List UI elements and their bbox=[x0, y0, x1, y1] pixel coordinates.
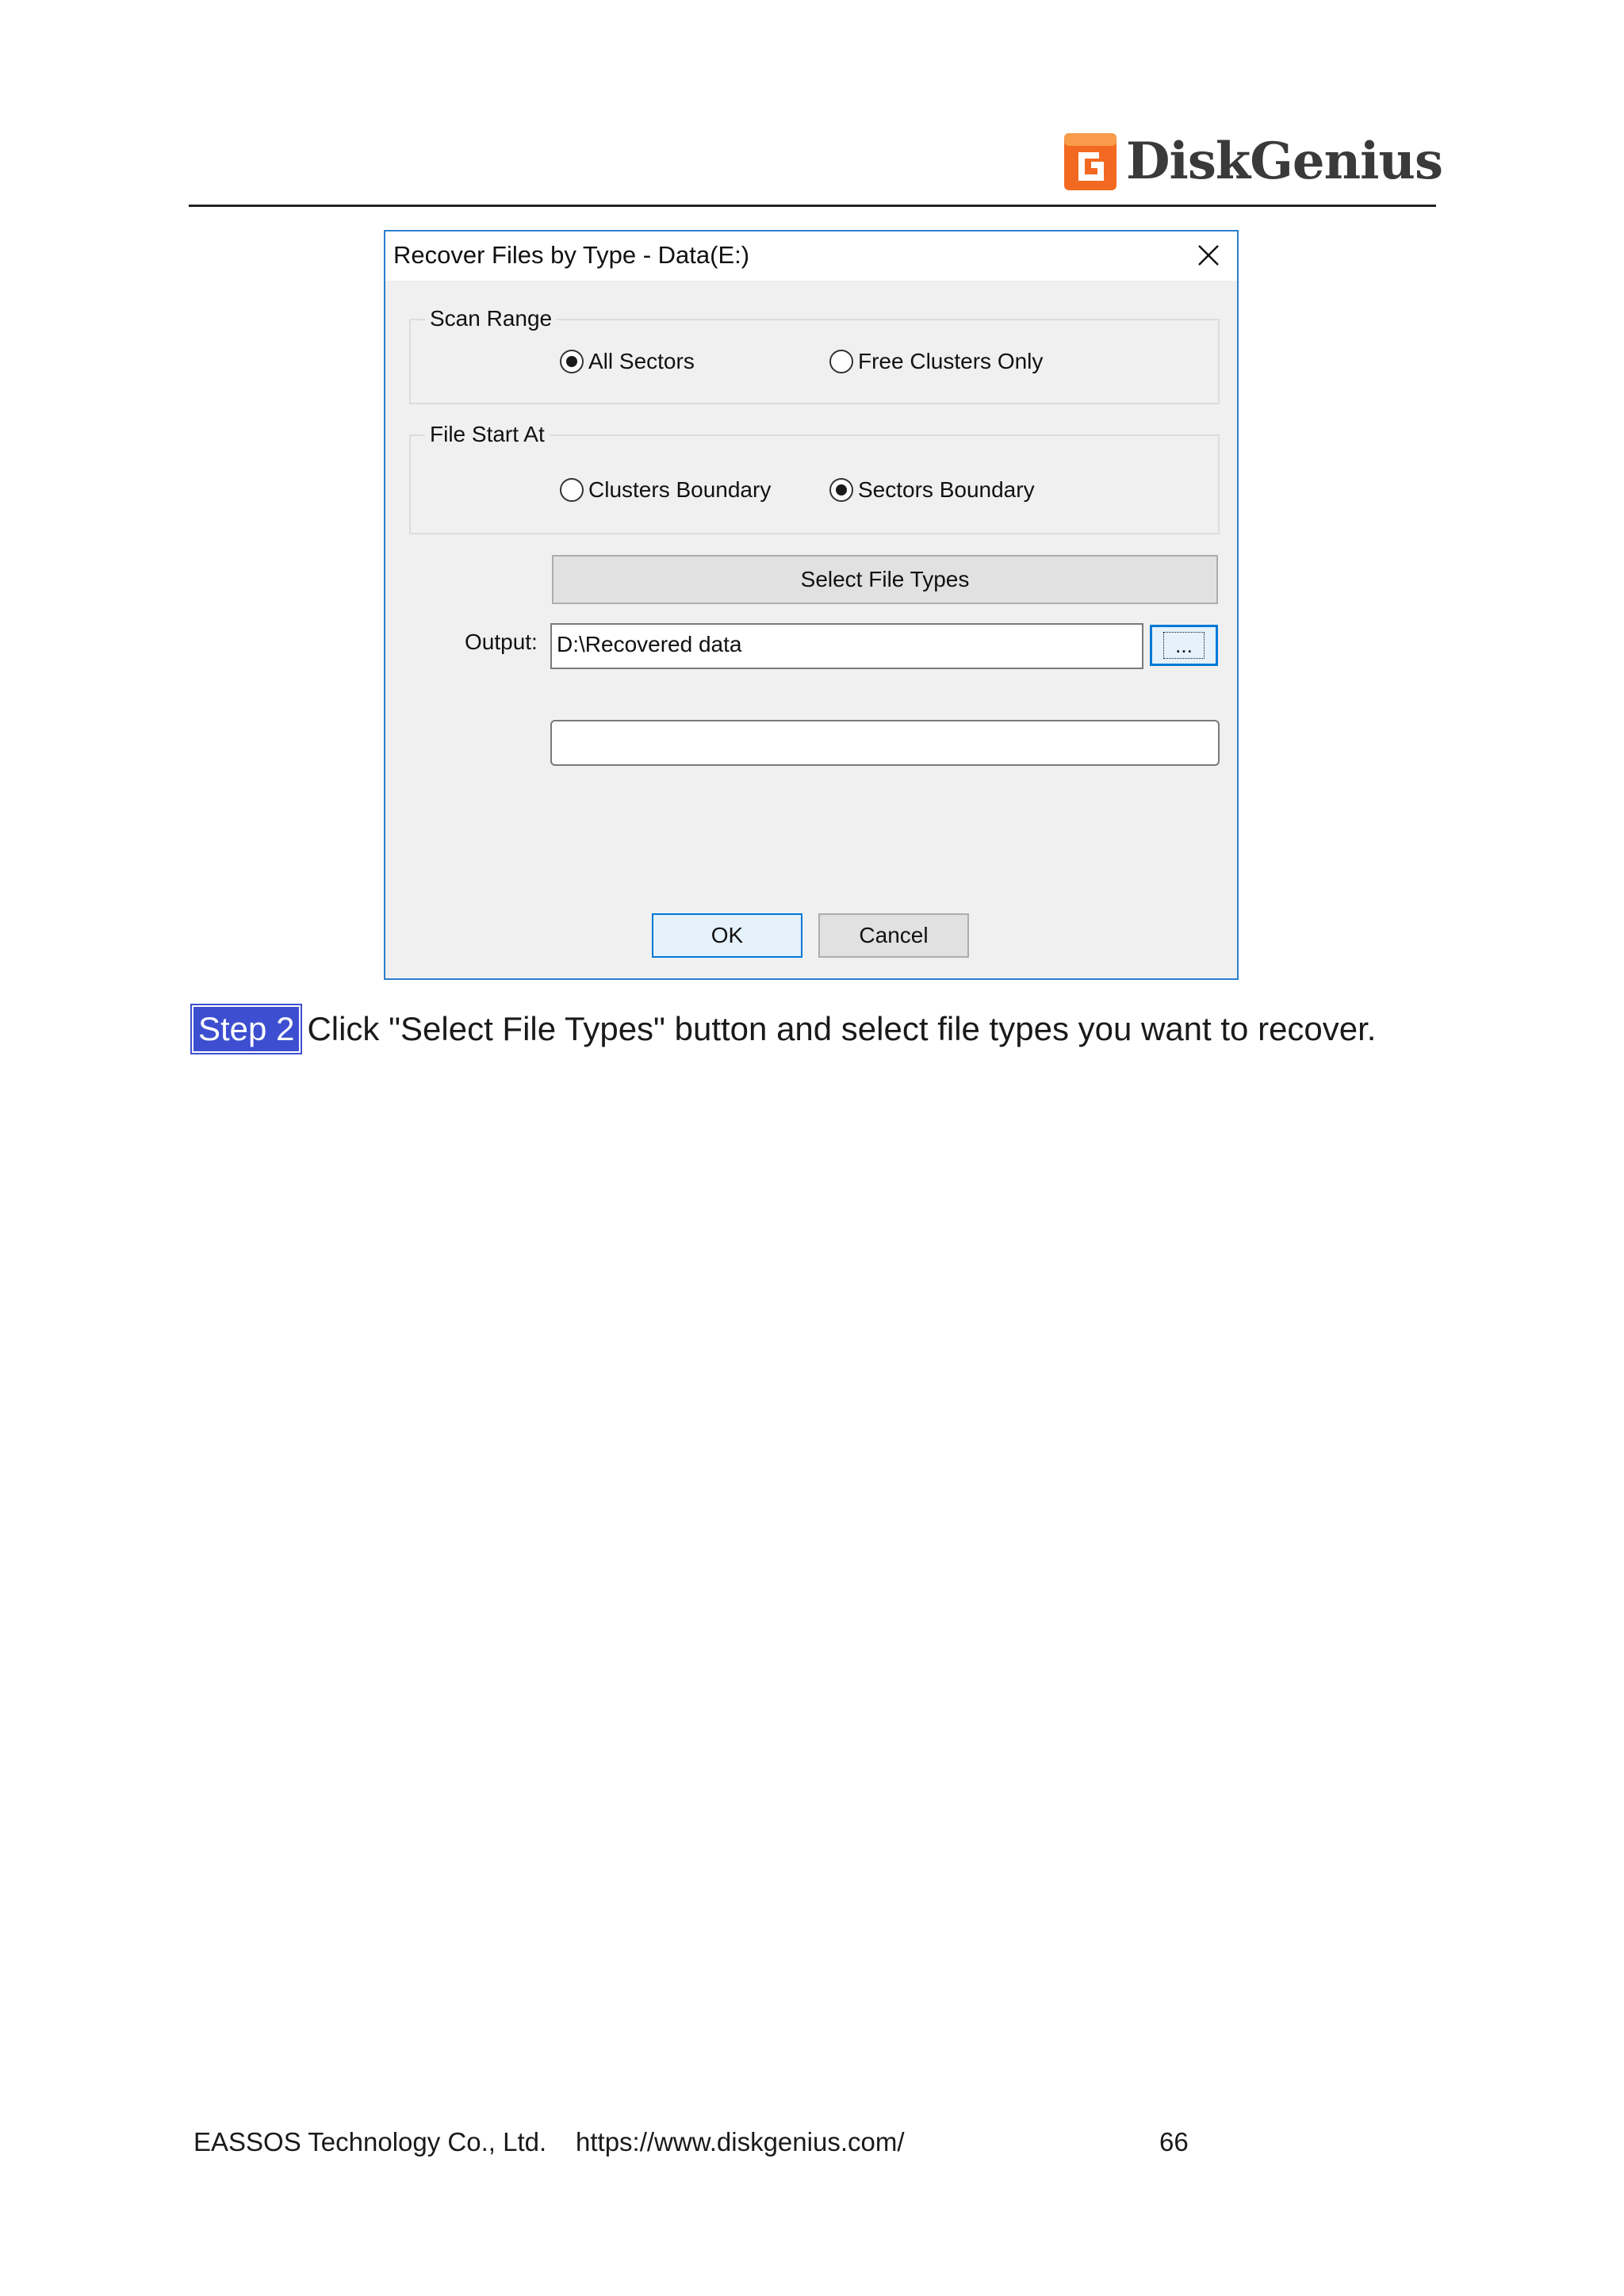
close-icon[interactable] bbox=[1189, 238, 1226, 273]
output-label: Output: bbox=[465, 629, 538, 654]
diskgenius-logo: DiskGenius bbox=[1063, 127, 1443, 198]
scan-range-label: Scan Range bbox=[425, 304, 557, 333]
radio-clusters-boundary[interactable]: Clusters Boundary bbox=[560, 474, 771, 506]
radio-all-sectors[interactable]: All Sectors bbox=[560, 346, 695, 377]
scan-range-group: Scan Range All Sectors Free Clusters Onl… bbox=[409, 304, 1220, 404]
step-badge: Step 2 bbox=[190, 1004, 303, 1054]
radio-label: Free Clusters Only bbox=[858, 349, 1044, 373]
browse-label: ... bbox=[1163, 632, 1205, 659]
instruction-text: Click "Select File Types" button and sel… bbox=[307, 1010, 1377, 1047]
footer-company: EASSOS Technology Co., Ltd. bbox=[193, 2127, 547, 2156]
diskgenius-logo-icon bbox=[1064, 133, 1116, 190]
select-file-types-button[interactable]: Select File Types bbox=[552, 555, 1218, 604]
file-start-group: File Start At Clusters Boundary Sectors … bbox=[409, 420, 1220, 534]
footer-page-number: 66 bbox=[1159, 2127, 1189, 2156]
output-path-field[interactable]: D:\Recovered data bbox=[550, 623, 1143, 669]
browse-button[interactable]: ... bbox=[1150, 625, 1218, 666]
footer-url[interactable]: https://www.diskgenius.com/ bbox=[576, 2125, 905, 2160]
radio-selected-icon bbox=[560, 350, 584, 373]
cancel-button[interactable]: Cancel bbox=[818, 913, 969, 958]
recover-files-dialog: Recover Files by Type - Data(E:) Scan Ra… bbox=[384, 230, 1239, 980]
file-start-label: File Start At bbox=[425, 420, 550, 449]
radio-label: Clusters Boundary bbox=[588, 477, 772, 502]
dialog-titlebar: Recover Files by Type - Data(E:) bbox=[385, 232, 1237, 281]
dialog-title: Recover Files by Type - Data(E:) bbox=[393, 241, 750, 269]
ok-button[interactable]: OK bbox=[652, 913, 802, 958]
radio-unselected-icon bbox=[560, 478, 584, 502]
progress-bar bbox=[550, 720, 1220, 766]
radio-selected-icon bbox=[829, 478, 853, 502]
logo-wordmark: DiskGenius bbox=[1126, 132, 1443, 191]
radio-label: Sectors Boundary bbox=[858, 477, 1035, 502]
radio-free-clusters-only[interactable]: Free Clusters Only bbox=[829, 346, 1043, 377]
radio-unselected-icon bbox=[829, 350, 853, 373]
header-divider bbox=[189, 205, 1436, 207]
radio-sectors-boundary[interactable]: Sectors Boundary bbox=[829, 474, 1035, 506]
instruction-line: Step 2 Click "Select File Types" button a… bbox=[190, 1004, 1377, 1054]
radio-label: All Sectors bbox=[588, 349, 695, 373]
